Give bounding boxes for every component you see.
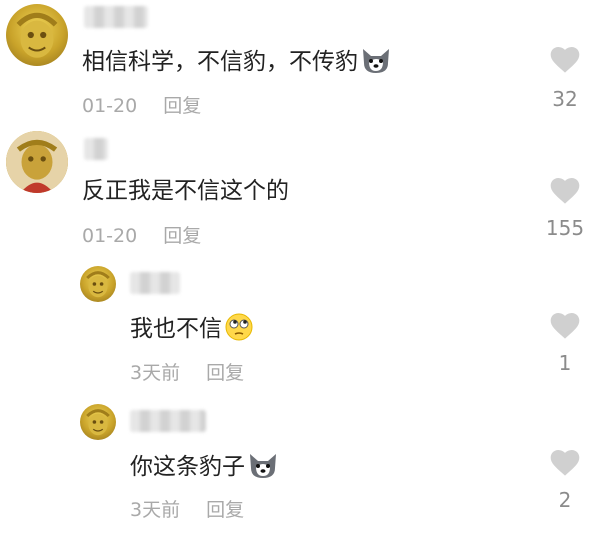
rolling-eyes-icon	[224, 312, 254, 350]
comment-text: 反正我是不信这个的	[82, 178, 289, 204]
reply-button[interactable]: 回复	[163, 95, 201, 117]
comment-text: 我也不信	[130, 312, 254, 350]
comment-meta: 3天前 回复	[130, 495, 244, 522]
comment-meta: 01-20 回复	[82, 221, 201, 248]
heart-icon[interactable]	[548, 44, 582, 74]
comment-date: 3天前	[130, 499, 181, 521]
like-count: 1	[558, 351, 572, 375]
username-blurred[interactable]	[130, 272, 180, 294]
dog-face-icon	[247, 450, 279, 488]
like-count: 32	[552, 87, 578, 111]
avatar[interactable]	[6, 131, 68, 193]
username-blurred[interactable]	[84, 6, 148, 28]
reply-button[interactable]: 回复	[163, 225, 201, 247]
like-count: 2	[558, 488, 572, 512]
comment-date: 3天前	[130, 362, 181, 384]
dog-face-icon	[360, 45, 392, 83]
username-blurred[interactable]	[84, 138, 108, 160]
comment-text: 相信科学，不信豹，不传豹	[82, 45, 392, 83]
comment-meta: 3天前 回复	[130, 358, 244, 385]
username-blurred[interactable]	[130, 410, 206, 432]
avatar[interactable]	[80, 404, 116, 440]
reply-button[interactable]: 回复	[206, 499, 244, 521]
heart-icon[interactable]	[548, 447, 582, 477]
like-count: 155	[545, 216, 585, 240]
reply-button[interactable]: 回复	[206, 362, 244, 384]
comment-date: 01-20	[82, 225, 138, 247]
avatar[interactable]	[80, 266, 116, 302]
comment-date: 01-20	[82, 95, 138, 117]
comment-meta: 01-20 回复	[82, 91, 201, 118]
comment-text: 你这条豹子	[130, 450, 279, 488]
heart-icon[interactable]	[548, 310, 582, 340]
avatar[interactable]	[6, 4, 68, 66]
heart-icon[interactable]	[548, 175, 582, 205]
